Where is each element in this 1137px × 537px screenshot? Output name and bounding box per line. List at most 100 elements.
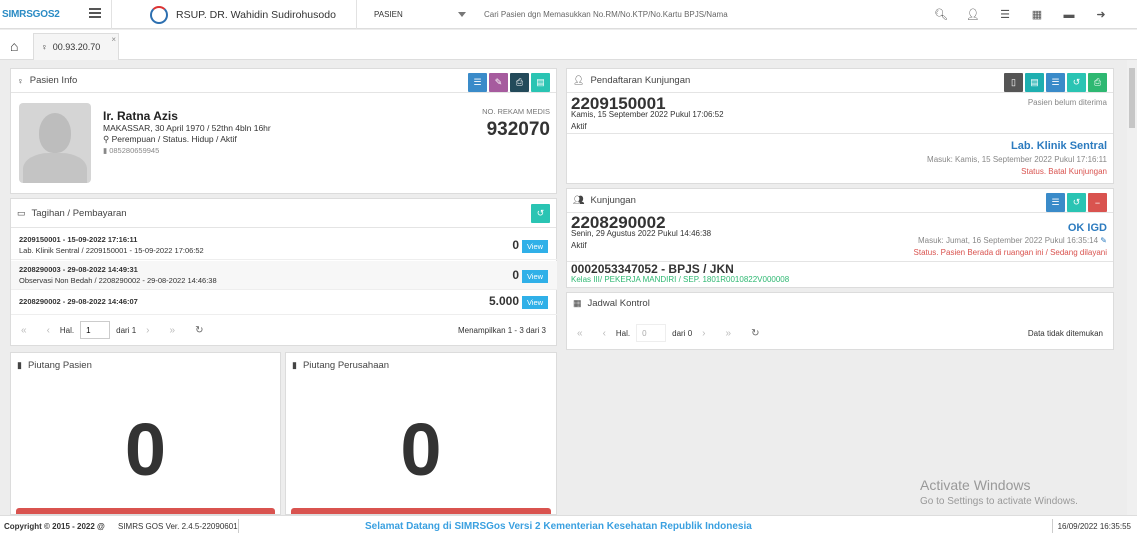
page-of-label: dari 1 <box>116 325 137 335</box>
top-navbar: SIMRSGOS2 RSUP. DR. Wahidin Sudirohusodo… <box>0 0 1137 29</box>
last-page-icon[interactable]: » <box>170 325 176 336</box>
location-icon: ⚲ <box>103 134 112 144</box>
menu-toggle-icon[interactable] <box>89 8 101 18</box>
table-row: 2208290003 - 29-08-2022 14:49:31 Observa… <box>11 261 557 290</box>
folder-icon[interactable]: ▬ <box>1053 6 1085 23</box>
refresh-icon[interactable]: ↻ <box>195 325 203 336</box>
scrollbar-thumb[interactable] <box>1129 68 1135 128</box>
patient-info-panel: ♀ Pasien Info ☰ ✎ ⎙ ▤ Ir. Ratna Azis MAK… <box>10 68 557 194</box>
history-button[interactable]: ↺ <box>1067 73 1086 92</box>
bill-line1: 2208290003 - 29-08-2022 14:49:31 <box>19 265 138 274</box>
card-button[interactable]: ▤ <box>1025 73 1044 92</box>
home-icon[interactable]: ⌂ <box>10 38 18 54</box>
jadwal-panel: ▦ Jadwal Kontrol « ‹ Hal. dari 0 › » ↻ D… <box>566 292 1114 350</box>
bill-amount: 5.000 <box>488 294 519 308</box>
card-button[interactable]: ▤ <box>531 73 550 92</box>
prev-page-icon[interactable]: ‹ <box>47 325 50 336</box>
list-icon[interactable]: ☰ <box>989 6 1021 23</box>
app-logo[interactable]: SIMRSGOS2 <box>2 6 78 23</box>
credit-card-icon: ▭ <box>17 207 26 218</box>
jadwal-title: Jadwal Kontrol <box>587 297 650 309</box>
next-page-icon[interactable]: › <box>702 328 705 339</box>
kunjungan-title: Kunjungan <box>590 195 636 206</box>
document-icon: ▮ <box>17 359 22 370</box>
logout-icon[interactable]: ➜ <box>1085 6 1117 23</box>
footer-copyright: Copyright © 2015 - 2022 @ <box>4 522 105 531</box>
kunjungan-kelas: Kelas III/ PEKERJA MANDIRI / SEP. 1801R0… <box>571 275 790 284</box>
page-of-label: dari 0 <box>672 328 693 338</box>
first-page-icon[interactable]: « <box>577 328 583 339</box>
pendaftaran-unit: Lab. Klinik Sentral <box>1011 140 1107 152</box>
view-button[interactable]: View <box>522 296 548 309</box>
list-button[interactable]: ☰ <box>1046 73 1065 92</box>
footer-welcome: Selamat Datang di SIMRSGos Versi 2 Kemen… <box>365 521 752 532</box>
search-type-select[interactable]: PASIEN <box>366 0 474 29</box>
last-page-icon[interactable]: » <box>726 328 732 339</box>
page-input[interactable] <box>80 321 111 339</box>
hospital-logo-icon <box>150 5 168 24</box>
rm-label: NO. REKAM MEDIS <box>482 107 550 116</box>
close-icon[interactable]: × <box>111 35 116 44</box>
kunjungan-masuk: Masuk: Jumat, 16 September 2022 Pukul 16… <box>918 236 1107 245</box>
jadwal-empty: Data tidak ditemukan <box>1027 328 1103 338</box>
pager-info: Menampilkan 1 - 3 dari 3 <box>457 325 546 335</box>
prev-page-icon[interactable]: ‹ <box>603 328 606 339</box>
piutang-pasien-bar <box>16 508 275 514</box>
app-logo-text: SIMRSGOS2 <box>2 9 60 20</box>
print-button[interactable]: ⎙ <box>510 73 529 92</box>
patient-gender-status-text: Perempuan / Status. Hidup / Aktif <box>111 134 237 144</box>
rm-number: 932070 <box>486 119 550 140</box>
grid-icon[interactable]: ▦ <box>1021 6 1053 23</box>
patient-info-header: ♀ Pasien Info ☰ ✎ ⎙ ▤ <box>11 69 556 93</box>
next-page-icon[interactable]: › <box>146 325 149 336</box>
footer-version: SIMRS GOS Ver. 2.4.5-22090601 <box>118 522 238 531</box>
windows-watermark: Activate Windows Go to Settings to activ… <box>920 477 1078 507</box>
patient-birth: MAKASSAR, 30 April 1970 / 52thn 4bln 16h… <box>103 123 271 133</box>
pendaftaran-masuk: Masuk: Kamis, 15 September 2022 Pukul 17… <box>927 155 1107 164</box>
patient-phone-text: 085280659945 <box>109 146 160 155</box>
avatar <box>19 103 91 183</box>
footer-datetime: 16/09/2022 16:35:55 <box>1057 522 1131 531</box>
piutang-pasien-header: ▮ Piutang Pasien <box>11 353 280 377</box>
view-button[interactable]: View <box>522 240 548 253</box>
users-icon: 👥︎ <box>573 195 585 205</box>
patient-search-input[interactable]: Cari Pasien dgn Memasukkan No.RM/No.KTP/… <box>476 0 976 29</box>
pendaftaran-title: Pendaftaran Kunjungan <box>590 75 691 86</box>
toolbar-icons: 🔍︎ 👤︎ ☰ ▦ ▬ ➜ <box>925 6 1117 23</box>
cancel-button[interactable]: − <box>1088 193 1107 212</box>
page-input[interactable] <box>636 324 667 342</box>
list-button[interactable]: ☰ <box>468 73 487 92</box>
kunjungan-actions: ☰ ↺ − <box>1046 193 1107 212</box>
piutang-pasien-value: 0 <box>124 408 167 491</box>
first-page-icon[interactable]: « <box>21 325 27 336</box>
tab-patient[interactable]: ♀ 00.93.20.70 × <box>33 33 119 60</box>
bill-line1: 2208290002 - 29-08-2022 14:46:07 <box>19 297 138 306</box>
chevron-down-icon <box>458 12 466 17</box>
document-button[interactable]: ▯ <box>1004 73 1023 92</box>
pendaftaran-date: Kamis, 15 September 2022 Pukul 17:06:52 <box>571 110 724 119</box>
patient-phone: ▮ 085280659945 <box>103 146 159 155</box>
add-user-icon[interactable]: 👤︎ <box>957 6 989 23</box>
list-button[interactable]: ☰ <box>1046 193 1065 212</box>
history-button[interactable]: ↺ <box>1067 193 1086 212</box>
patient-gender-status: ⚲ Perempuan / Status. Hidup / Aktif <box>103 134 237 145</box>
refresh-icon[interactable]: ↻ <box>751 328 759 339</box>
edit-icon[interactable]: ✎ <box>1098 236 1107 245</box>
print-button[interactable]: ⎙ <box>1088 73 1107 92</box>
bill-amount: 0 <box>512 268 519 282</box>
pendaftaran-panel: 👤︎ Pendaftaran Kunjungan ▯ ▤ ☰ ↺ ⎙ 22091… <box>566 68 1114 184</box>
edit-button[interactable]: ✎ <box>489 73 508 92</box>
view-button[interactable]: View <box>522 270 548 283</box>
jadwal-pager: « ‹ Hal. dari 0 › » ↻ Data tidak ditemuk… <box>567 320 1113 346</box>
kunjungan-status: Aktif <box>571 241 587 250</box>
scrollbar[interactable] <box>1127 60 1137 515</box>
document-icon: ▮ <box>292 359 297 370</box>
hospital-name: RSUP. DR. Wahidin Sudirohusodo <box>111 0 357 29</box>
search-icon[interactable]: 🔍︎ <box>925 6 957 23</box>
history-button[interactable]: ↺ <box>531 204 550 223</box>
tab-patient-label: 00.93.20.70 <box>52 42 101 52</box>
billing-header: ▭ Tagihan / Pembayaran ↺ <box>11 199 556 228</box>
piutang-perusahaan-value: 0 <box>400 408 442 491</box>
patient-info-actions: ☰ ✎ ⎙ ▤ <box>468 73 550 92</box>
piutang-pasien-title: Piutang Pasien <box>27 359 92 371</box>
